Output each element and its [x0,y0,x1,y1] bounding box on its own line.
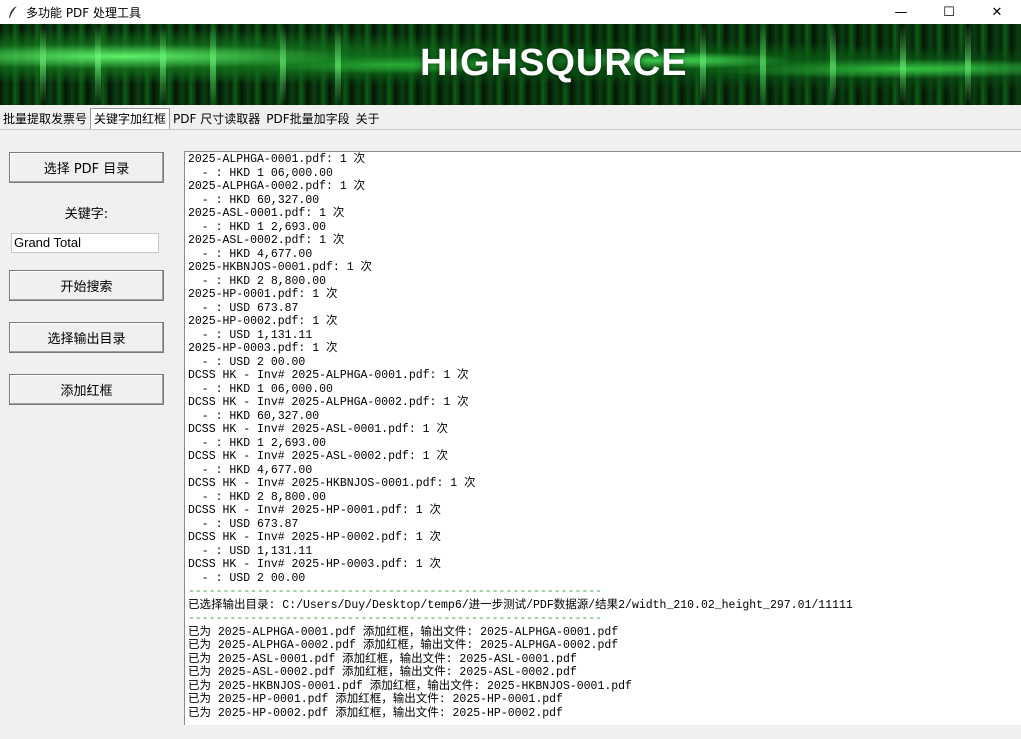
output-line: DCSS HK - Inv# 2025-HKBNJOS-0001.pdf: 1 … [188,477,476,490]
start-search-button[interactable]: 开始搜索 [9,270,164,301]
output-line: - : HKD 1 06,000.00 [188,382,333,396]
select-pdf-dir-button[interactable]: 选择 PDF 目录 [9,152,164,183]
output-line: 已为 2025-ASL-0001.pdf 添加红框，输出文件: 2025-ASL… [188,652,577,666]
output-line: ----------------------------------------… [188,585,603,598]
output-line: - : HKD 1 2,693.00 [188,220,327,234]
output-textarea[interactable]: 2025-ALPHGA-0001.pdf: 1 次 - : HKD 1 06,0… [184,151,1021,727]
select-output-dir-button[interactable]: 选择输出目录 [9,322,164,353]
output-line: - : HKD 2 8,800.00 [188,274,327,288]
output-line: - : USD 673.87 [188,301,299,315]
output-line: 2025-HP-0002.pdf: 1 次 [188,315,338,328]
title-bar: 多功能 PDF 处理工具 — ☐ ✕ [0,0,1021,24]
output-line: - : USD 1,131.11 [188,328,313,342]
output-line: 2025-HKBNJOS-0001.pdf: 1 次 [188,261,373,274]
output-line: 已为 2025-ALPHGA-0002.pdf 添加红框，输出文件: 2025-… [188,639,619,652]
output-line: - : HKD 1 2,693.00 [188,436,327,450]
output-line: 2025-ASL-0001.pdf: 1 次 [188,207,345,220]
window-controls: — ☐ ✕ [877,0,1021,24]
output-line: 已为 2025-HP-0002.pdf 添加红框，输出文件: 2025-HP-0… [188,706,563,720]
output-line: - : HKD 60,327.00 [188,193,320,207]
output-line: DCSS HK - Inv# 2025-ASL-0002.pdf: 1 次 [188,450,448,463]
output-line: ----------------------------------------… [188,612,603,625]
output-line: 2025-ALPHGA-0001.pdf: 1 次 [188,153,366,166]
tab-bar: 批量提取发票号 关键字加红框 PDF 尺寸读取器 PDF批量加字段 关于 [0,107,1021,129]
close-button[interactable]: ✕ [973,0,1021,24]
keyword-label: 关键字: [64,207,109,222]
output-line: - : USD 2 00.00 [188,355,306,369]
output-line: 已为 2025-HP-0001.pdf 添加红框，输出文件: 2025-HP-0… [188,693,563,706]
output-line: - : USD 673.87 [188,517,299,531]
output-line: 2025-ALPHGA-0002.pdf: 1 次 [188,180,366,193]
maximize-button[interactable]: ☐ [925,0,973,24]
output-line: - : HKD 60,327.00 [188,409,320,423]
tab-divider [0,129,1021,130]
output-line: DCSS HK - Inv# 2025-HP-0002.pdf: 1 次 [188,531,442,544]
keyword-input[interactable]: Grand Total [11,233,159,253]
output-line: DCSS HK - Inv# 2025-HP-0003.pdf: 1 次 [188,558,442,571]
output-line: - : USD 2 00.00 [188,571,306,585]
output-line: 2025-ASL-0002.pdf: 1 次 [188,234,345,247]
output-line: - : HKD 4,677.00 [188,463,313,477]
output-line: 已为 2025-HKBNJOS-0001.pdf 添加红框，输出文件: 2025… [188,679,632,693]
feather-icon [4,3,22,21]
output-line: - : USD 1,131.11 [188,544,313,558]
banner-image: HIGHSQURCE [0,24,1021,105]
window-title: 多功能 PDF 处理工具 [26,5,142,20]
output-line: DCSS HK - Inv# 2025-HP-0001.pdf: 1 次 [188,504,442,517]
add-red-box-button[interactable]: 添加红框 [9,374,164,405]
output-line: 已选择输出目录: C:/Users/Duy/Desktop/temp6/进一步测… [188,598,853,612]
output-line: DCSS HK - Inv# 2025-ALPHGA-0001.pdf: 1 次 [188,369,469,382]
output-line: - : HKD 4,677.00 [188,247,313,261]
tab-extract-invoice[interactable]: 批量提取发票号 [0,109,90,129]
tab-pdf-size-reader[interactable]: PDF 尺寸读取器 [170,109,263,129]
output-line: DCSS HK - Inv# 2025-ALPHGA-0002.pdf: 1 次 [188,396,469,409]
output-line: 2025-HP-0003.pdf: 1 次 [188,342,338,355]
output-text: 2025-ALPHGA-0001.pdf: 1 次 - : HKD 1 06,0… [185,152,1021,721]
tab-keyword-red-box[interactable]: 关键字加红框 [90,108,171,129]
bottom-strip [0,725,1021,739]
output-line: - : HKD 1 06,000.00 [188,166,333,180]
output-line: 已为 2025-ASL-0002.pdf 添加红框，输出文件: 2025-ASL… [188,666,577,679]
output-line: 2025-HP-0001.pdf: 1 次 [188,288,338,301]
output-line: 已为 2025-ALPHGA-0001.pdf 添加红框，输出文件: 2025-… [188,625,619,639]
output-line: - : HKD 2 8,800.00 [188,490,327,504]
highsource-logo: HIGHSQURCE [420,41,688,84]
tab-about[interactable]: 关于 [353,109,383,129]
tab-pdf-batch-add-field[interactable]: PDF批量加字段 [263,109,352,129]
output-line: DCSS HK - Inv# 2025-ASL-0001.pdf: 1 次 [188,423,448,436]
minimize-button[interactable]: — [877,0,925,24]
